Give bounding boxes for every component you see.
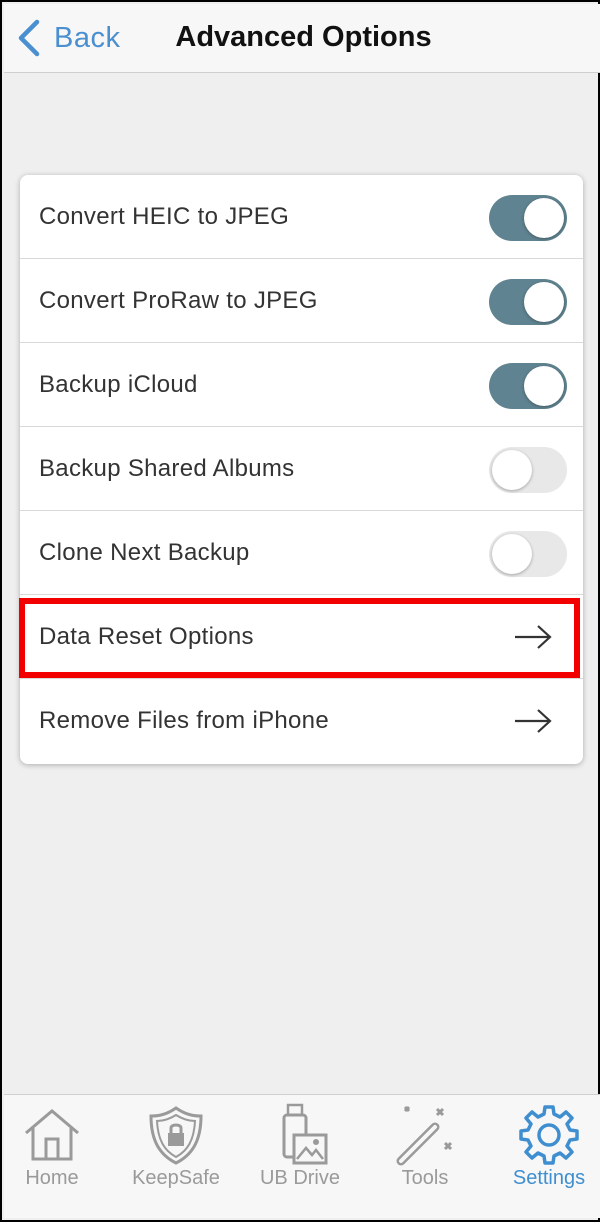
tab-tools[interactable]: Tools: [365, 1095, 485, 1219]
convert-proraw-toggle[interactable]: [489, 279, 567, 325]
setting-convert-heic: Convert HEIC to JPEG: [20, 175, 583, 259]
arrow-right-icon: [515, 709, 552, 733]
tab-label: Home: [25, 1167, 79, 1189]
setting-backup-shared-albums: Backup Shared Albums: [20, 427, 583, 511]
convert-heic-toggle[interactable]: [489, 195, 567, 241]
tab-label: UB Drive: [259, 1167, 340, 1189]
setting-clone-next-backup: Clone Next Backup: [20, 511, 583, 595]
toggle-knob: [492, 534, 532, 574]
setting-label: Data Reset Options: [39, 622, 254, 650]
setting-label: Clone Next Backup: [39, 538, 250, 566]
data-reset-options-row[interactable]: Data Reset Options: [20, 595, 583, 679]
setting-convert-proraw: Convert ProRaw to JPEG: [20, 259, 583, 343]
backup-icloud-toggle[interactable]: [489, 363, 567, 409]
toggle-knob: [524, 282, 564, 322]
arrow-right-icon: [515, 625, 552, 649]
shield-lock-icon: [149, 1106, 203, 1165]
nav-bar: Back Advanced Options: [4, 4, 600, 73]
tab-label: Tools: [401, 1167, 449, 1189]
setting-label: Convert ProRaw to JPEG: [39, 286, 318, 314]
toggle-knob: [492, 450, 532, 490]
settings-card: Convert HEIC to JPEG Convert ProRaw to J…: [20, 175, 583, 764]
setting-label: Convert HEIC to JPEG: [39, 202, 290, 230]
clone-next-backup-toggle[interactable]: [489, 531, 567, 577]
setting-backup-icloud: Backup iCloud: [20, 343, 583, 427]
tab-ub-drive[interactable]: UB Drive: [240, 1095, 360, 1219]
tab-keepsafe[interactable]: KeepSafe: [116, 1095, 236, 1219]
setting-label: Remove Files from iPhone: [39, 707, 329, 734]
tab-label: KeepSafe: [132, 1167, 220, 1189]
setting-label: Backup Shared Albums: [39, 454, 295, 482]
tab-settings[interactable]: Settings: [489, 1095, 600, 1219]
setting-label: Backup iCloud: [39, 370, 198, 398]
page-title: Advanced Options: [175, 21, 432, 53]
screen: Back Advanced Options Convert HEIC to JP…: [0, 0, 600, 1222]
magic-wand-icon: [396, 1105, 453, 1166]
usb-drive-icon: [282, 1103, 328, 1165]
tab-bar: Home KeepSafe UB Drive Tools Settings: [4, 1094, 600, 1218]
remove-files-row[interactable]: Remove Files from iPhone: [20, 679, 583, 763]
backup-shared-albums-toggle[interactable]: [489, 447, 567, 493]
toggle-knob: [524, 366, 564, 406]
toggle-knob: [524, 198, 564, 238]
home-icon: [25, 1109, 79, 1161]
gear-icon: [519, 1105, 579, 1165]
tab-label: Settings: [512, 1167, 586, 1189]
tab-home[interactable]: Home: [0, 1095, 112, 1219]
